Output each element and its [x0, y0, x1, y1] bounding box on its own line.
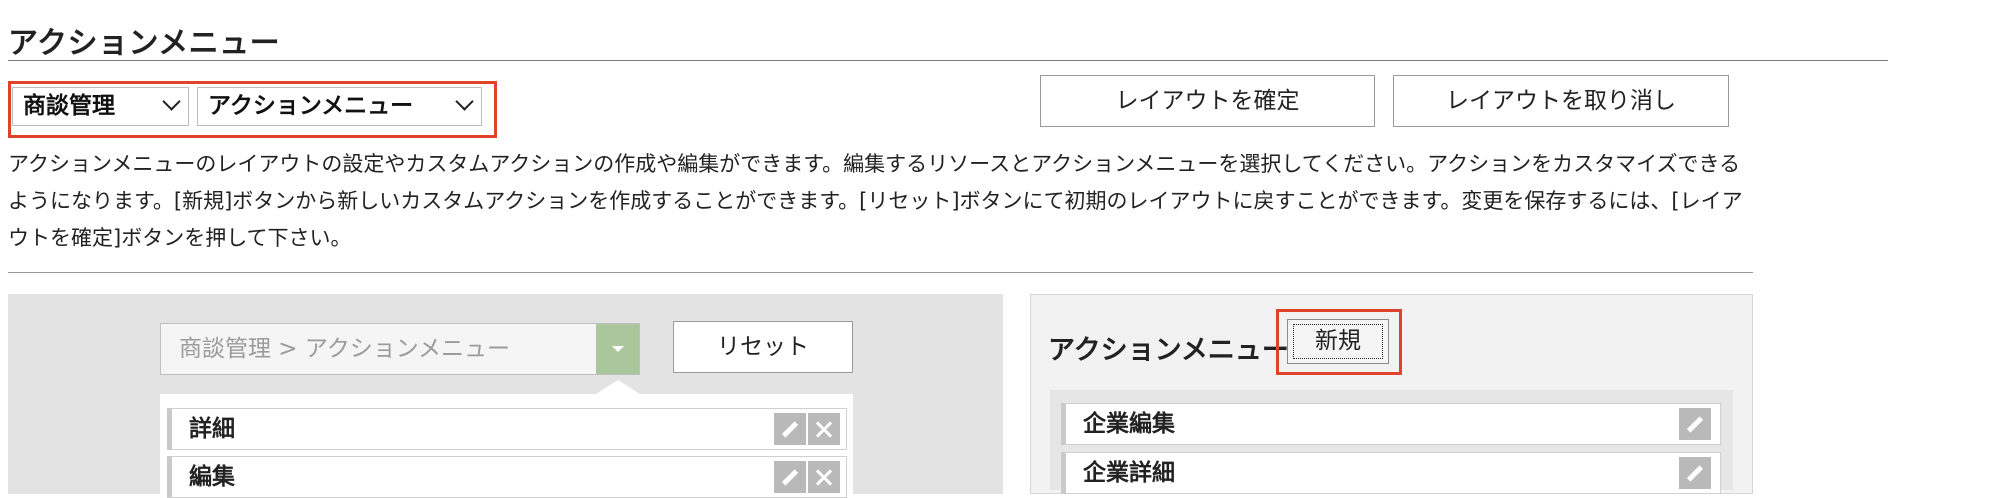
resource-select-value: 商談管理 [23, 93, 115, 119]
list-item[interactable]: 企業編集 [1061, 403, 1721, 445]
triangle-down-icon [612, 346, 624, 352]
chevron-down-icon [162, 92, 181, 111]
resource-path-select[interactable]: 商談管理 > アクションメニュー [160, 323, 640, 375]
action-menu-select-value: アクションメニュー [208, 93, 414, 119]
reset-button[interactable]: リセット [673, 321, 853, 373]
chevron-down-icon [455, 92, 474, 111]
resource-dropdown-button[interactable] [596, 324, 639, 374]
description-divider [8, 272, 1753, 273]
page-title: アクションメニュー [8, 26, 281, 61]
list-item[interactable]: 編集 [167, 456, 847, 498]
list-item-label: 企業編集 [1083, 411, 1175, 437]
close-icon[interactable] [808, 413, 840, 445]
action-menu-select[interactable]: アクションメニュー [197, 87, 482, 126]
list-item-label: 企業詳細 [1083, 460, 1175, 486]
list-item[interactable]: 企業詳細 [1061, 452, 1721, 494]
resource-select[interactable]: 商談管理 [12, 87, 189, 126]
list-pointer [596, 380, 640, 394]
new-button-focus-ring [1293, 324, 1383, 359]
pencil-icon[interactable] [1679, 408, 1711, 440]
custom-action-panel-title: アクションメニュー [1048, 335, 1289, 366]
close-icon[interactable] [808, 461, 840, 493]
list-item-label: 編集 [189, 464, 235, 490]
cancel-layout-button[interactable]: レイアウトを取り消し [1393, 75, 1729, 127]
title-divider [8, 60, 1888, 61]
list-item[interactable]: 詳細 [167, 408, 847, 450]
pencil-icon[interactable] [774, 461, 806, 493]
page-description: アクションメニューのレイアウトの設定やカスタムアクションの作成や編集ができます。… [8, 152, 1743, 250]
list-item-label: 詳細 [189, 416, 235, 442]
pencil-icon[interactable] [1679, 457, 1711, 489]
pencil-icon[interactable] [774, 413, 806, 445]
confirm-layout-button[interactable]: レイアウトを確定 [1040, 75, 1375, 127]
